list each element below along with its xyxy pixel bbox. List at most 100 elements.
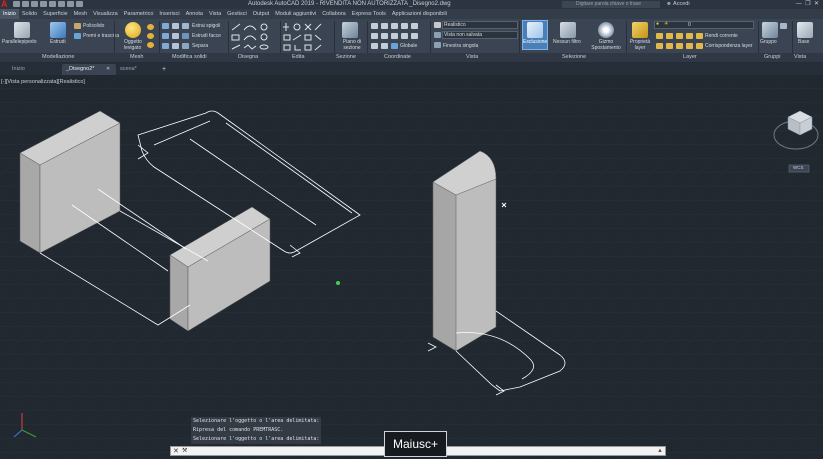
proprieta-layer-button[interactable]: Proprietà layer xyxy=(628,39,652,51)
viewcube-wcs-badge[interactable]: WCS xyxy=(793,165,804,170)
panel-title-coordinate[interactable]: Coordinate xyxy=(384,53,411,62)
redo-icon[interactable] xyxy=(67,1,74,7)
layer-tool-7-icon[interactable] xyxy=(676,43,683,49)
layer-dropdown[interactable] xyxy=(654,21,754,29)
ribbon-tab-solido[interactable]: Solido xyxy=(19,9,40,19)
layer-properties-icon[interactable] xyxy=(632,22,648,38)
plot-icon[interactable] xyxy=(49,1,56,7)
layer-tool-2-icon[interactable] xyxy=(666,33,673,39)
edit-tools-icons[interactable] xyxy=(283,22,331,52)
ribbon-tab-superficie[interactable]: Superficie xyxy=(40,9,70,19)
ribbon-tab-collabora[interactable]: Collabora xyxy=(319,9,349,19)
ucs-6-icon[interactable] xyxy=(381,43,388,49)
estrai-spigoli-button[interactable]: Estrai spigoli xyxy=(192,23,220,29)
gizmo-spostamento-button[interactable]: Gizmo Spostamento xyxy=(588,39,624,51)
ucs-10-icon[interactable] xyxy=(391,33,398,39)
ribbon-tab-annota[interactable]: Annota xyxy=(183,9,206,19)
ribbon-tab-parametrico[interactable]: Parametrico xyxy=(121,9,157,19)
solid-edit-6-icon[interactable] xyxy=(172,43,179,49)
open-file-icon[interactable] xyxy=(22,1,29,7)
estrudi-facce-button[interactable]: Estrudi facce xyxy=(192,33,221,39)
ribbon-tab-applicazioni-disponibili[interactable]: Applicazioni disponibili xyxy=(389,9,450,19)
panel-title-vista-base[interactable]: Vista xyxy=(794,53,806,62)
extrude-faces-icon[interactable] xyxy=(182,33,189,39)
panel-title-disegna[interactable]: Disegna xyxy=(238,53,258,62)
ucs-7-icon[interactable] xyxy=(391,23,398,29)
layer-tool-6-icon[interactable] xyxy=(666,43,673,49)
ribbon-tab-visualizza[interactable]: Visualizza xyxy=(90,9,121,19)
mesh-tool-1-icon[interactable] xyxy=(147,24,154,30)
panel-title-modellazione[interactable]: Modellazione xyxy=(42,53,74,62)
layer-tool-5-icon[interactable] xyxy=(656,43,663,49)
ucs-8-icon[interactable] xyxy=(401,23,408,29)
solid-edit-4-icon[interactable] xyxy=(172,33,179,39)
globale-dropdown[interactable]: Globale xyxy=(400,43,417,49)
gizmo-icon[interactable] xyxy=(598,22,614,38)
polisolido-button[interactable]: Polisolido xyxy=(83,23,104,29)
nessun-filtro-button[interactable]: Nessun filtro xyxy=(553,39,581,45)
share-icon[interactable] xyxy=(76,1,83,7)
panel-title-selezione[interactable]: Selezione xyxy=(562,53,586,62)
user-sign-in[interactable]: ☻ Accedi xyxy=(666,0,726,9)
new-file-icon[interactable] xyxy=(13,1,20,7)
separa-button[interactable]: Separa xyxy=(192,43,208,49)
group-tool-icon[interactable] xyxy=(780,23,787,29)
ribbon-tab-express-tools[interactable]: Express Tools xyxy=(349,9,389,19)
panel-title-sezione[interactable]: Sezione xyxy=(336,53,356,62)
base-view-icon[interactable] xyxy=(797,22,813,38)
solid-edit-1-icon[interactable] xyxy=(162,23,169,29)
ribbon-tab-moduli-aggiuntivi[interactable]: Moduli aggiuntivi xyxy=(272,9,319,19)
layer-tool-3-icon[interactable] xyxy=(676,33,683,39)
ribbon-tab-inserisci[interactable]: Inserisci xyxy=(156,9,182,19)
file-tab-inizio[interactable]: Inizio xyxy=(8,64,29,75)
viewport-controls-label[interactable]: [-][Vista personalizzata][Realistico] xyxy=(1,79,85,85)
minimize-icon[interactable]: — xyxy=(796,1,802,7)
ucs-9-icon[interactable] xyxy=(411,23,418,29)
world-ucs-icon[interactable] xyxy=(391,43,398,49)
ucs-12-icon[interactable] xyxy=(411,33,418,39)
smooth-object-icon[interactable] xyxy=(125,22,141,38)
group-icon[interactable] xyxy=(762,22,778,38)
viewport-config-dropdown[interactable]: Finestra singola xyxy=(443,43,478,49)
close-icon[interactable]: ✕ xyxy=(173,448,181,456)
close-icon[interactable]: ✕ xyxy=(814,1,819,7)
undo-icon[interactable] xyxy=(58,1,65,7)
ribbon-tab-inizio[interactable]: Inizio xyxy=(0,9,19,19)
box-solid-icon[interactable] xyxy=(14,22,30,38)
panel-title-vista[interactable]: Vista xyxy=(466,53,478,62)
extract-edges-icon[interactable] xyxy=(182,23,189,29)
solid-edit-2-icon[interactable] xyxy=(172,23,179,29)
tall-pillar-solid[interactable] xyxy=(432,150,497,352)
base-button[interactable]: Base xyxy=(798,39,809,45)
ribbon-tab-output[interactable]: Output xyxy=(250,9,273,19)
search-input[interactable]: Digitare parola chiave o frase xyxy=(562,1,660,8)
draw-tools-icons[interactable] xyxy=(230,22,280,52)
extrude-icon[interactable] xyxy=(50,22,66,38)
ucs-11-icon[interactable] xyxy=(401,33,408,39)
presspull-icon[interactable] xyxy=(74,33,81,39)
ribbon-tab-vista[interactable]: Vista xyxy=(206,9,224,19)
panel-title-mesh[interactable]: Mesh xyxy=(130,53,143,62)
piano-sezione-button[interactable]: Piano di sezione xyxy=(340,39,364,51)
mesh-tool-3-icon[interactable] xyxy=(147,42,154,48)
ucs-5-icon[interactable] xyxy=(371,43,378,49)
autocad-logo-icon[interactable]: A xyxy=(1,0,10,9)
mesh-tool-2-icon[interactable] xyxy=(147,33,154,39)
corrispondenza-layer-button[interactable]: Corrispondenza layer xyxy=(705,43,753,49)
ucs-4-icon[interactable] xyxy=(381,33,388,39)
panel-title-layer[interactable]: Layer xyxy=(683,53,697,62)
layer-tool-1-icon[interactable] xyxy=(656,33,663,39)
polysolid-icon[interactable] xyxy=(74,23,81,29)
ucs-2-icon[interactable] xyxy=(381,23,388,29)
chevron-up-icon[interactable]: ▲ xyxy=(657,447,663,456)
file-tab-scena[interactable]: scena* xyxy=(116,64,141,75)
layer-tool-4-icon[interactable] xyxy=(686,33,693,39)
panel-title-edita[interactable]: Edita xyxy=(292,53,305,62)
estrudi-button[interactable]: Estrudi xyxy=(50,39,66,45)
panel-title-gruppi[interactable]: Gruppi xyxy=(764,53,781,62)
solid-edit-5-icon[interactable] xyxy=(162,43,169,49)
model-space-scene[interactable] xyxy=(0,75,823,459)
ucs-1-icon[interactable] xyxy=(371,23,378,29)
panel-title-modifica-solidi[interactable]: Modifica solidi xyxy=(172,53,207,62)
save-icon[interactable] xyxy=(31,1,38,7)
